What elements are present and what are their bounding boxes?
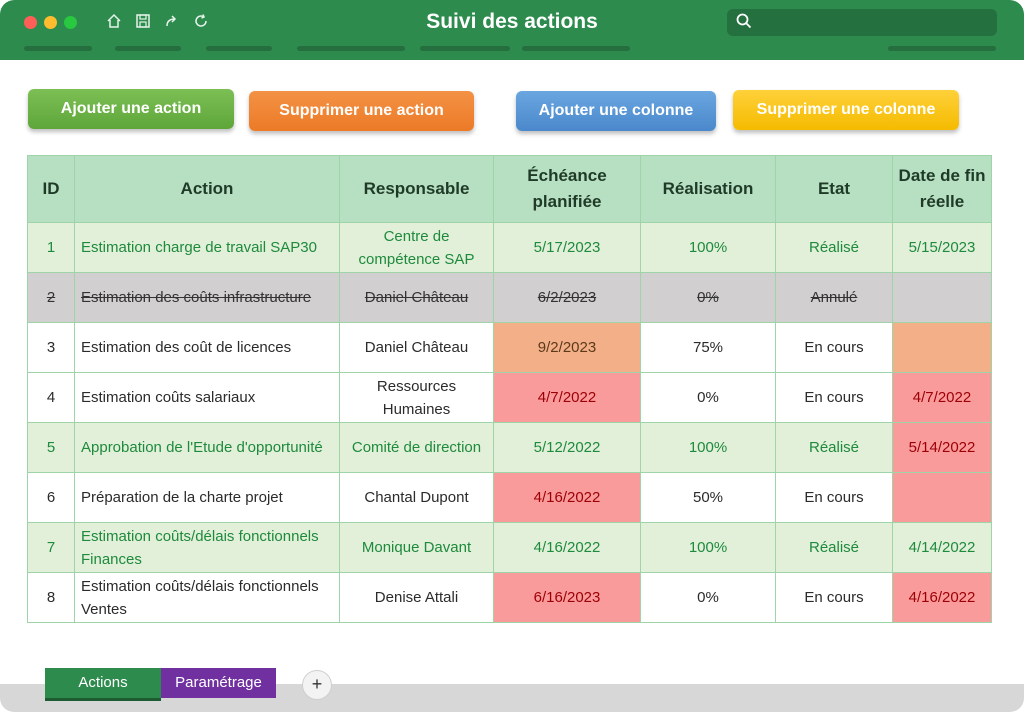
- ribbon-placeholder: [115, 46, 181, 51]
- ribbon-placeholder: [420, 46, 510, 51]
- cell-responsable[interactable]: Daniel Château: [339, 322, 494, 373]
- cell-responsable[interactable]: Monique Davant: [339, 522, 494, 573]
- column-header-id[interactable]: ID: [27, 155, 75, 223]
- cell-action[interactable]: Estimation coûts salariaux: [74, 372, 340, 423]
- table-row[interactable]: 7 Estimation coûts/délais fonctionnels F…: [27, 522, 992, 573]
- ribbon-placeholder: [888, 46, 996, 51]
- cell-echeance[interactable]: 6/16/2023: [493, 572, 641, 623]
- cell-etat[interactable]: Réalisé: [775, 222, 893, 273]
- cell-date-fin[interactable]: [892, 322, 992, 373]
- cell-action[interactable]: Estimation charge de travail SAP30: [74, 222, 340, 273]
- cell-action[interactable]: Estimation des coûts infrastructure: [74, 272, 340, 323]
- add-sheet-button[interactable]: +: [302, 670, 332, 700]
- cell-etat[interactable]: Annulé: [775, 272, 893, 323]
- cell-action[interactable]: Estimation des coût de licences: [74, 322, 340, 373]
- cell-echeance[interactable]: 5/17/2023: [493, 222, 641, 273]
- search-input[interactable]: [727, 9, 997, 36]
- column-header-date-fin[interactable]: Date de fin réelle: [892, 155, 992, 223]
- cell-date-fin[interactable]: 5/14/2022: [892, 422, 992, 473]
- cell-echeance[interactable]: 6/2/2023: [493, 272, 641, 323]
- table-row[interactable]: 2 Estimation des coûts infrastructure Da…: [27, 272, 992, 323]
- cell-echeance[interactable]: 5/12/2022: [493, 422, 641, 473]
- table-row[interactable]: 6 Préparation de la charte projet Chanta…: [27, 472, 992, 523]
- cell-date-fin[interactable]: 5/15/2023: [892, 222, 992, 273]
- cell-realisation[interactable]: 75%: [640, 322, 776, 373]
- column-header-action[interactable]: Action: [74, 155, 340, 223]
- cell-responsable[interactable]: Centre de compétence SAP: [339, 222, 494, 273]
- cell-echeance[interactable]: 4/7/2022: [493, 372, 641, 423]
- cell-etat[interactable]: Réalisé: [775, 422, 893, 473]
- cell-realisation[interactable]: 0%: [640, 372, 776, 423]
- cell-action[interactable]: Préparation de la charte projet: [74, 472, 340, 523]
- cell-realisation[interactable]: 100%: [640, 522, 776, 573]
- table-row[interactable]: 5 Approbation de l'Etude d'opportunité C…: [27, 422, 992, 473]
- cell-id[interactable]: 7: [27, 522, 75, 573]
- cell-action[interactable]: Approbation de l'Etude d'opportunité: [74, 422, 340, 473]
- actions-table: ID Action Responsable Échéance planifiée…: [27, 155, 992, 623]
- cell-id[interactable]: 3: [27, 322, 75, 373]
- cell-responsable[interactable]: Chantal Dupont: [339, 472, 494, 523]
- cell-etat[interactable]: En cours: [775, 572, 893, 623]
- app-window: Suivi des actions Ajouter une action Sup…: [0, 0, 1024, 712]
- sheet-tab-actions[interactable]: Actions: [45, 668, 161, 701]
- column-header-echeance[interactable]: Échéance planifiée: [493, 155, 641, 223]
- cell-id[interactable]: 5: [27, 422, 75, 473]
- cell-action[interactable]: Estimation coûts/délais fonctionnels Ven…: [74, 572, 340, 623]
- table-row[interactable]: 1 Estimation charge de travail SAP30 Cen…: [27, 222, 992, 273]
- sheet-tab-parametrage[interactable]: Paramétrage: [161, 668, 276, 698]
- cell-echeance[interactable]: 9/2/2023: [493, 322, 641, 373]
- search-icon: [736, 13, 752, 29]
- cell-realisation[interactable]: 0%: [640, 272, 776, 323]
- cell-realisation[interactable]: 100%: [640, 422, 776, 473]
- cell-action[interactable]: Estimation coûts/délais fonctionnels Fin…: [74, 522, 340, 573]
- cell-realisation[interactable]: 50%: [640, 472, 776, 523]
- title-bar: Suivi des actions: [0, 0, 1024, 60]
- table-header-row: ID Action Responsable Échéance planifiée…: [27, 155, 992, 223]
- cell-date-fin[interactable]: 4/14/2022: [892, 522, 992, 573]
- column-header-etat[interactable]: Etat: [775, 155, 893, 223]
- ribbon-placeholder: [206, 46, 272, 51]
- cell-realisation[interactable]: 100%: [640, 222, 776, 273]
- cell-realisation[interactable]: 0%: [640, 572, 776, 623]
- column-header-realisation[interactable]: Réalisation: [640, 155, 776, 223]
- ribbon-placeholder: [297, 46, 405, 51]
- cell-id[interactable]: 2: [27, 272, 75, 323]
- ribbon-placeholder: [24, 46, 92, 51]
- cell-date-fin[interactable]: 4/7/2022: [892, 372, 992, 423]
- cell-date-fin[interactable]: [892, 272, 992, 323]
- delete-column-button[interactable]: Supprimer une colonne: [733, 90, 959, 130]
- cell-responsable[interactable]: Ressources Humaines: [339, 372, 494, 423]
- cell-etat[interactable]: En cours: [775, 472, 893, 523]
- cell-date-fin[interactable]: 4/16/2022: [892, 572, 992, 623]
- cell-date-fin[interactable]: [892, 472, 992, 523]
- cell-etat[interactable]: En cours: [775, 372, 893, 423]
- cell-responsable[interactable]: Denise Attali: [339, 572, 494, 623]
- cell-etat[interactable]: En cours: [775, 322, 893, 373]
- cell-id[interactable]: 8: [27, 572, 75, 623]
- table-row[interactable]: 3 Estimation des coût de licences Daniel…: [27, 322, 992, 373]
- cell-etat[interactable]: Réalisé: [775, 522, 893, 573]
- ribbon-placeholder: [522, 46, 630, 51]
- delete-action-button[interactable]: Supprimer une action: [249, 91, 474, 131]
- cell-id[interactable]: 4: [27, 372, 75, 423]
- cell-responsable[interactable]: Daniel Château: [339, 272, 494, 323]
- add-action-button[interactable]: Ajouter une action: [28, 89, 234, 129]
- table-row[interactable]: 4 Estimation coûts salariaux Ressources …: [27, 372, 992, 423]
- cell-echeance[interactable]: 4/16/2022: [493, 472, 641, 523]
- table-row[interactable]: 8 Estimation coûts/délais fonctionnels V…: [27, 572, 992, 623]
- column-header-responsable[interactable]: Responsable: [339, 155, 494, 223]
- cell-responsable[interactable]: Comité de direction: [339, 422, 494, 473]
- cell-id[interactable]: 6: [27, 472, 75, 523]
- add-column-button[interactable]: Ajouter une colonne: [516, 91, 716, 131]
- cell-id[interactable]: 1: [27, 222, 75, 273]
- cell-echeance[interactable]: 4/16/2022: [493, 522, 641, 573]
